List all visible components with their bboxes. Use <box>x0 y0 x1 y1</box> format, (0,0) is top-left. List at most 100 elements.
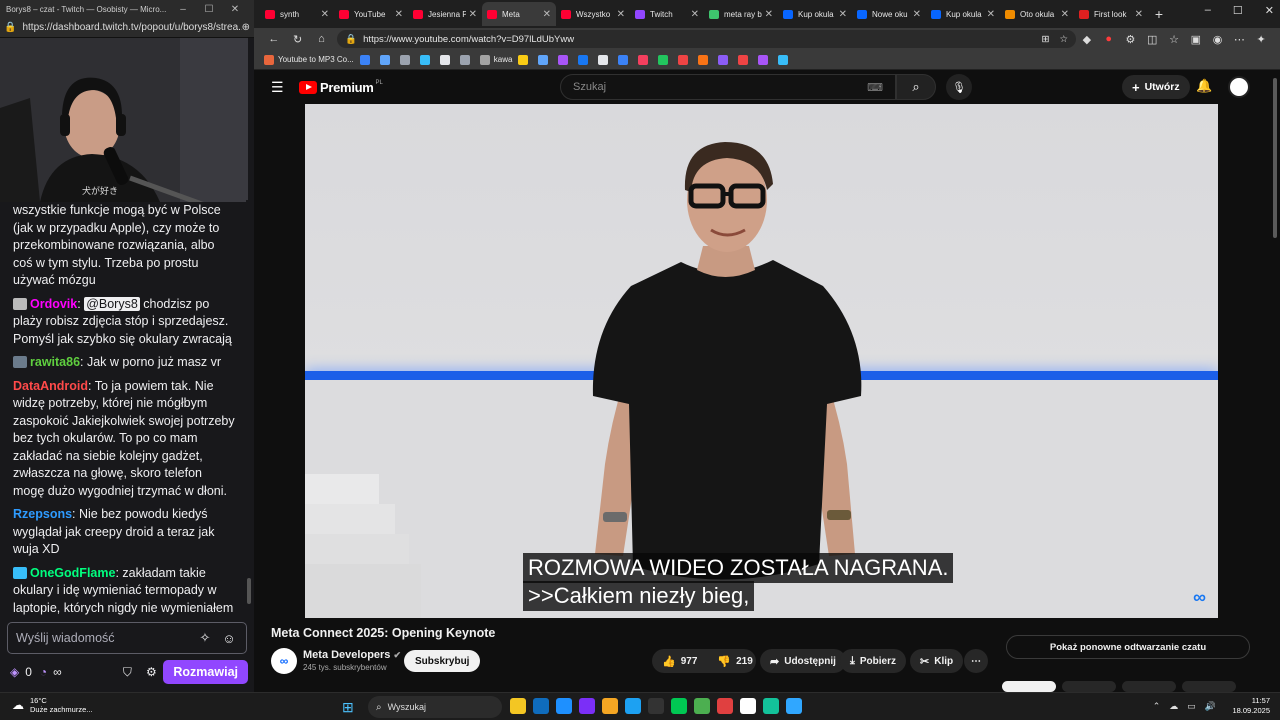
emote-icon[interactable]: ☺ <box>220 631 238 646</box>
app-icon[interactable]: ⊞ <box>1042 34 1050 45</box>
browser-tab[interactable]: Meta ✕ <box>482 2 556 26</box>
voice-search-button[interactable]: 🎙 <box>946 74 972 100</box>
browser-tab[interactable]: meta ray b ✕ <box>704 2 778 26</box>
bookmark-item[interactable]: kawa <box>479 54 512 65</box>
bookmark-item[interactable] <box>459 54 474 65</box>
search-input[interactable]: Szukaj ⌨ <box>560 74 896 100</box>
zoom-icon[interactable]: ⊕ <box>242 22 250 33</box>
chat-username[interactable]: DataAndroid <box>13 379 88 393</box>
bookmark-item[interactable] <box>558 54 572 65</box>
taskbar-app-icon[interactable] <box>740 698 756 714</box>
chat-input[interactable]: Wyślij wiadomość ✧ ☺ <box>7 622 247 654</box>
taskbar-app-icon[interactable] <box>602 698 618 714</box>
download-button[interactable]: ⤓ Pobierz <box>840 649 906 673</box>
minimize-icon[interactable]: – <box>1205 4 1211 17</box>
browser-tab[interactable]: Nowe oku ✕ <box>852 2 926 26</box>
bookmark-item[interactable] <box>379 54 394 65</box>
taskbar-app-icon[interactable] <box>694 698 710 714</box>
tab-close-icon[interactable]: ✕ <box>469 9 477 20</box>
twitch-url[interactable]: https://dashboard.twitch.tv/popout/u/bor… <box>22 22 241 33</box>
tab-close-icon[interactable]: ✕ <box>1061 9 1069 20</box>
tab-close-icon[interactable]: ✕ <box>839 9 847 20</box>
share-button[interactable]: ➦ Udostępnij <box>760 649 846 673</box>
bookmark-item[interactable] <box>399 54 414 65</box>
browser-tab[interactable]: Jesienna P ✕ <box>408 2 482 26</box>
taskbar-app-icon[interactable] <box>556 698 572 714</box>
taskbar-search[interactable]: ⌕ Wyszukaj <box>368 696 502 718</box>
star-icon[interactable]: ☆ <box>1059 34 1068 45</box>
weather-widget[interactable]: ☁ 16°C Duże zachmurze... <box>12 696 93 714</box>
system-clock[interactable]: 11:57 18.09.2025 <box>1232 696 1270 716</box>
extension-icon[interactable]: ◆ <box>1076 33 1098 46</box>
search-button[interactable]: ⌕ <box>896 74 936 100</box>
page-scrollbar[interactable] <box>1272 70 1278 690</box>
browser-tab[interactable]: Kup okula ✕ <box>926 2 1000 26</box>
minimize-icon[interactable]: – <box>170 4 196 15</box>
tab-close-icon[interactable]: ✕ <box>691 9 699 20</box>
back-icon[interactable]: ← <box>262 33 286 45</box>
video-player[interactable]: ROZMOWA WIDEO ZOSTAŁA NAGRANA. >>Całkiem… <box>305 104 1218 618</box>
keyboard-icon[interactable]: ⌨ <box>867 81 883 94</box>
bookmark-item[interactable] <box>359 54 374 65</box>
bookmark-item[interactable] <box>638 54 652 65</box>
chat-username[interactable]: Ordovik <box>30 297 77 311</box>
browser-tab[interactable]: Wszystko ✕ <box>556 2 630 26</box>
youtube-premium-logo[interactable]: Premium PL <box>299 80 383 95</box>
chat-scrollbar[interactable] <box>246 200 252 618</box>
taskbar-app-icon[interactable] <box>671 698 687 714</box>
url-field[interactable]: 🔒 https://www.youtube.com/watch?v=D97lLd… <box>337 30 1076 48</box>
taskbar-app-icon[interactable] <box>510 698 526 714</box>
bookmark-item[interactable] <box>738 54 752 65</box>
more-actions-button[interactable]: ⋯ <box>964 649 988 673</box>
chevron-up-icon[interactable]: ⌃ <box>1153 701 1161 712</box>
filter-chip[interactable] <box>1002 681 1056 692</box>
refresh-icon[interactable]: ↻ <box>286 33 310 46</box>
windows-start-icon[interactable]: ⊞ <box>342 699 354 716</box>
tab-close-icon[interactable]: ✕ <box>543 9 551 20</box>
clip-button[interactable]: ✂ Klip <box>910 649 964 673</box>
bookmark-item[interactable]: Youtube to MP3 Co... <box>264 54 354 65</box>
tab-close-icon[interactable]: ✕ <box>987 9 995 20</box>
scroll-thumb[interactable] <box>247 578 251 604</box>
subscribe-button[interactable]: Subskrybuj <box>404 650 481 672</box>
taskbar-app-icon[interactable] <box>579 698 595 714</box>
chat-username[interactable]: OneGodFlame <box>30 566 115 580</box>
bookmark-item[interactable] <box>678 54 692 65</box>
create-button[interactable]: + Utwórz <box>1122 75 1190 99</box>
hype-icon[interactable]: ◔ <box>40 665 47 679</box>
bookmark-item[interactable] <box>778 54 792 65</box>
collections-icon[interactable]: ▣ <box>1185 33 1207 46</box>
browser-tab[interactable]: First look ✕ <box>1074 2 1148 26</box>
tab-close-icon[interactable]: ✕ <box>395 9 403 20</box>
tab-close-icon[interactable]: ✕ <box>617 9 625 20</box>
new-tab-icon[interactable]: + <box>1148 6 1170 22</box>
account-avatar[interactable] <box>1228 76 1250 98</box>
scroll-thumb[interactable] <box>1273 78 1277 238</box>
channel-avatar[interactable]: ∞ <box>271 648 297 674</box>
bookmark-item[interactable] <box>439 54 454 65</box>
copilot-icon[interactable]: ✦ <box>1250 33 1272 46</box>
favorites-icon[interactable]: ☆ <box>1163 33 1185 46</box>
split-screen-icon[interactable]: ◫ <box>1141 33 1163 46</box>
bookmark-item[interactable] <box>518 54 532 65</box>
notifications-bell-icon[interactable]: 🔔 <box>1196 78 1212 94</box>
tab-close-icon[interactable]: ✕ <box>1135 9 1143 20</box>
show-chat-replay-button[interactable]: Pokaż ponowne odtwarzanie czatu <box>1006 635 1250 659</box>
channel-points-icon[interactable]: ◈ <box>10 665 19 679</box>
tab-close-icon[interactable]: ✕ <box>913 9 921 20</box>
extension-icon[interactable]: ⚙ <box>1120 33 1142 46</box>
browser-tab[interactable]: Oto okula ✕ <box>1000 2 1074 26</box>
chat-username[interactable]: Rzepsons <box>13 507 72 521</box>
filter-chip[interactable] <box>1122 681 1176 692</box>
close-icon[interactable]: ✕ <box>222 4 248 15</box>
extension-icon[interactable]: ● <box>1098 33 1120 45</box>
browser-tab[interactable]: YouTube ✕ <box>334 2 408 26</box>
gear-icon[interactable]: ⚙ <box>139 665 163 679</box>
tab-close-icon[interactable]: ✕ <box>321 9 329 20</box>
profile-icon[interactable]: ◉ <box>1207 33 1229 46</box>
cloud-sync-icon[interactable]: ☁ <box>1169 701 1178 712</box>
bookmark-item[interactable] <box>758 54 772 65</box>
shield-icon[interactable]: ⛉ <box>115 665 139 680</box>
hamburger-menu-icon[interactable]: ☰ <box>271 79 285 96</box>
taskbar-app-icon[interactable] <box>648 698 664 714</box>
